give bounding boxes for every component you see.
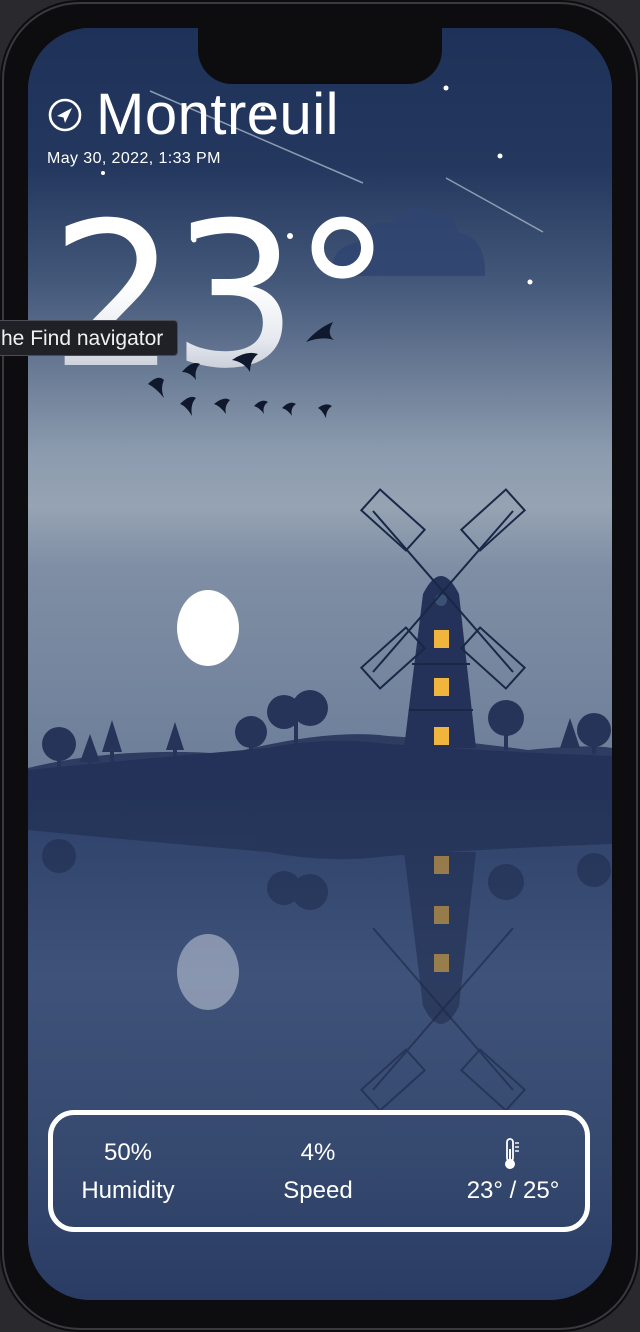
camera-notch <box>198 28 442 84</box>
humidity-value: 50% <box>103 1139 153 1166</box>
find-navigator-tooltip: he Find navigator <box>0 320 179 356</box>
speed-label: Speed <box>283 1177 353 1204</box>
weather-stats-card: 50% Humidity 4% Speed 23° / 25° <box>48 1110 590 1232</box>
current-temperature: 23° <box>50 180 392 413</box>
temperature-range-value: 23° / 25° <box>466 1177 560 1204</box>
current-datetime: May 30, 2022, 1:33 PM <box>47 150 221 167</box>
speed-value: 4% <box>300 1139 336 1166</box>
thermometer-icon <box>505 1138 519 1169</box>
city-name: Montreuil <box>96 82 340 147</box>
humidity-label: Humidity <box>81 1177 175 1204</box>
location-header[interactable]: Montreuil <box>48 84 339 146</box>
location-arrow-icon[interactable] <box>48 98 82 132</box>
